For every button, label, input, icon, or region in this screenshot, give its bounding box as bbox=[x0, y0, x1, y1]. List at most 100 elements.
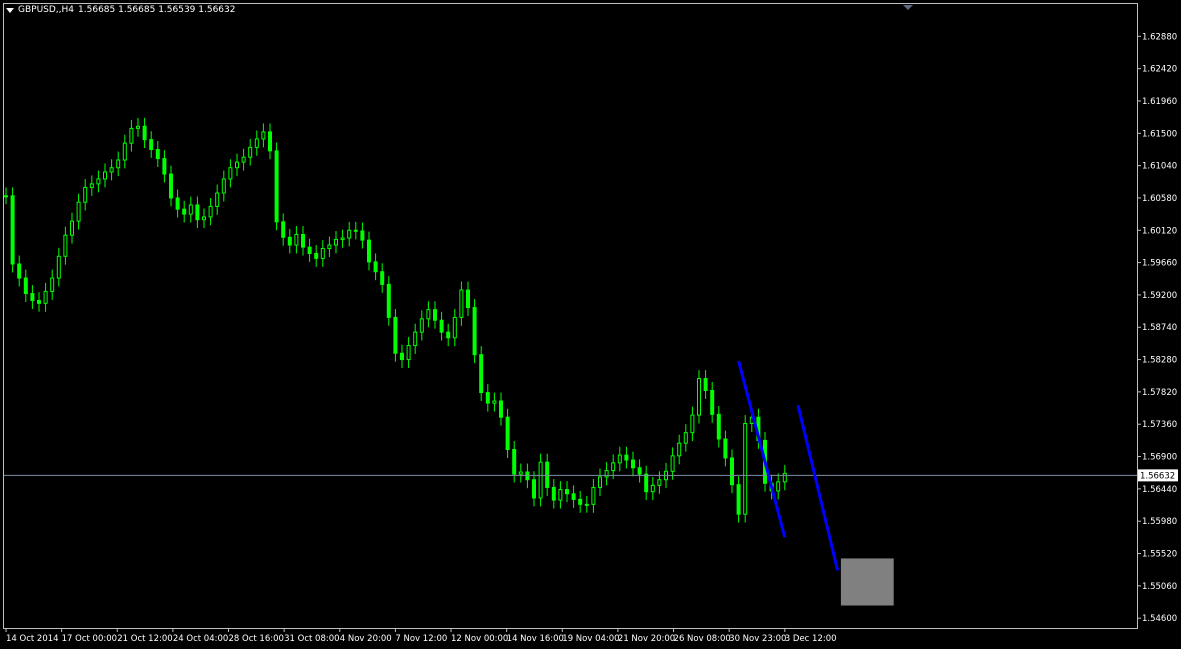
chart-header: GBPUSD,,H4 1.56685 1.56685 1.56539 1.566… bbox=[6, 5, 235, 15]
candle bbox=[248, 138, 253, 166]
candle bbox=[195, 196, 200, 229]
candle bbox=[23, 269, 28, 302]
candle bbox=[479, 346, 484, 402]
candle bbox=[400, 344, 404, 368]
x-tick-label: 21 Nov 20:00 bbox=[618, 634, 675, 644]
candle bbox=[518, 463, 523, 483]
candle bbox=[380, 263, 385, 293]
candle bbox=[393, 308, 398, 362]
x-tick-label: 28 Oct 16:00 bbox=[229, 634, 284, 644]
x-tick-label: 14 Nov 16:00 bbox=[507, 634, 564, 644]
x-tick-label: 31 Oct 08:00 bbox=[284, 634, 339, 644]
candle bbox=[591, 479, 596, 513]
dropdown-triangle-icon[interactable] bbox=[6, 7, 14, 13]
candle bbox=[446, 323, 451, 347]
chart-canvas: 1.62880 1.62420 1.61960 1.61500 1.61040 1.605… bbox=[3, 3, 1178, 644]
candle bbox=[142, 117, 147, 149]
candle bbox=[637, 459, 642, 483]
time-axis: 14 Oct 2014 17 Oct 00:00 21 Oct 12:00 24 Oc… bbox=[5, 628, 837, 644]
y-tick-label: 1.58280 bbox=[1142, 356, 1177, 366]
candle bbox=[505, 408, 510, 458]
candle bbox=[578, 490, 583, 513]
shift-marker-icon[interactable] bbox=[903, 5, 913, 10]
candle bbox=[406, 337, 411, 368]
y-tick-label: 1.57360 bbox=[1142, 420, 1177, 430]
y-tick-label: 1.56440 bbox=[1142, 485, 1177, 495]
candle bbox=[307, 238, 312, 262]
candle bbox=[235, 153, 239, 177]
candle bbox=[162, 150, 167, 183]
candle bbox=[472, 299, 477, 364]
candle bbox=[89, 175, 94, 196]
candle bbox=[10, 187, 15, 273]
candle bbox=[360, 222, 365, 249]
candle bbox=[538, 453, 543, 507]
candle bbox=[703, 370, 708, 399]
trendline[interactable] bbox=[796, 404, 840, 571]
candle bbox=[17, 255, 22, 287]
x-tick-label: 14 Oct 2014 bbox=[6, 634, 59, 644]
y-tick-label: 1.55520 bbox=[1142, 550, 1177, 560]
y-tick-label: 1.59200 bbox=[1142, 291, 1177, 301]
candle bbox=[433, 301, 437, 329]
candle bbox=[149, 131, 154, 158]
candle bbox=[327, 236, 332, 257]
candle bbox=[386, 275, 391, 326]
y-tick-label: 1.61040 bbox=[1142, 162, 1177, 172]
candle bbox=[175, 189, 180, 218]
candle bbox=[37, 292, 41, 312]
candle bbox=[261, 123, 266, 148]
x-tick-label: 3 Dec 12:00 bbox=[785, 634, 837, 644]
candle bbox=[413, 323, 418, 354]
candle bbox=[690, 406, 695, 442]
candle bbox=[459, 281, 464, 326]
y-tick-label: 1.60580 bbox=[1142, 194, 1177, 204]
candle bbox=[76, 193, 81, 230]
candle bbox=[83, 178, 88, 211]
candle bbox=[617, 446, 622, 472]
candle bbox=[683, 424, 688, 452]
candle bbox=[208, 197, 213, 226]
x-tick-label: 12 Nov 00:00 bbox=[451, 634, 508, 644]
candle bbox=[743, 415, 748, 523]
target-box[interactable] bbox=[840, 558, 894, 606]
x-tick-label: 7 Nov 12:00 bbox=[395, 634, 447, 644]
candle bbox=[155, 141, 160, 168]
candle bbox=[697, 370, 701, 424]
candle bbox=[281, 213, 286, 246]
candle bbox=[545, 453, 550, 496]
candle bbox=[122, 134, 127, 169]
candle bbox=[182, 200, 187, 223]
candle bbox=[169, 165, 173, 207]
x-tick-label: 26 Nov 08:00 bbox=[674, 634, 731, 644]
candle bbox=[373, 253, 378, 281]
candle bbox=[340, 229, 345, 248]
candle bbox=[116, 151, 121, 177]
x-tick-label: 30 Nov 23:00 bbox=[729, 634, 786, 644]
candle bbox=[287, 228, 292, 254]
plot-frame bbox=[3, 3, 1138, 629]
candle bbox=[466, 281, 470, 316]
candle bbox=[650, 476, 655, 501]
candle bbox=[70, 212, 74, 244]
ohlc-readout: 1.56685 1.56685 1.56539 1.56632 bbox=[78, 5, 236, 15]
candle bbox=[730, 449, 734, 494]
candle bbox=[644, 465, 649, 501]
candle bbox=[426, 301, 431, 328]
y-tick-label: 1.60120 bbox=[1142, 226, 1177, 236]
candle bbox=[63, 226, 68, 265]
y-tick-label: 1.61960 bbox=[1142, 97, 1177, 107]
svg-text:1.56632: 1.56632 bbox=[1140, 471, 1175, 481]
candle bbox=[710, 382, 715, 423]
candle bbox=[188, 196, 193, 223]
x-tick-label: 21 Oct 12:00 bbox=[117, 634, 172, 644]
candle bbox=[512, 441, 517, 483]
candle bbox=[43, 282, 48, 312]
drawing-objects bbox=[4, 360, 1137, 606]
candle bbox=[584, 495, 589, 513]
candle bbox=[274, 142, 279, 231]
y-tick-label: 1.58740 bbox=[1142, 323, 1177, 333]
y-tick-label: 1.55980 bbox=[1142, 517, 1177, 527]
y-tick-label: 1.62420 bbox=[1142, 65, 1177, 75]
candle bbox=[485, 384, 490, 412]
